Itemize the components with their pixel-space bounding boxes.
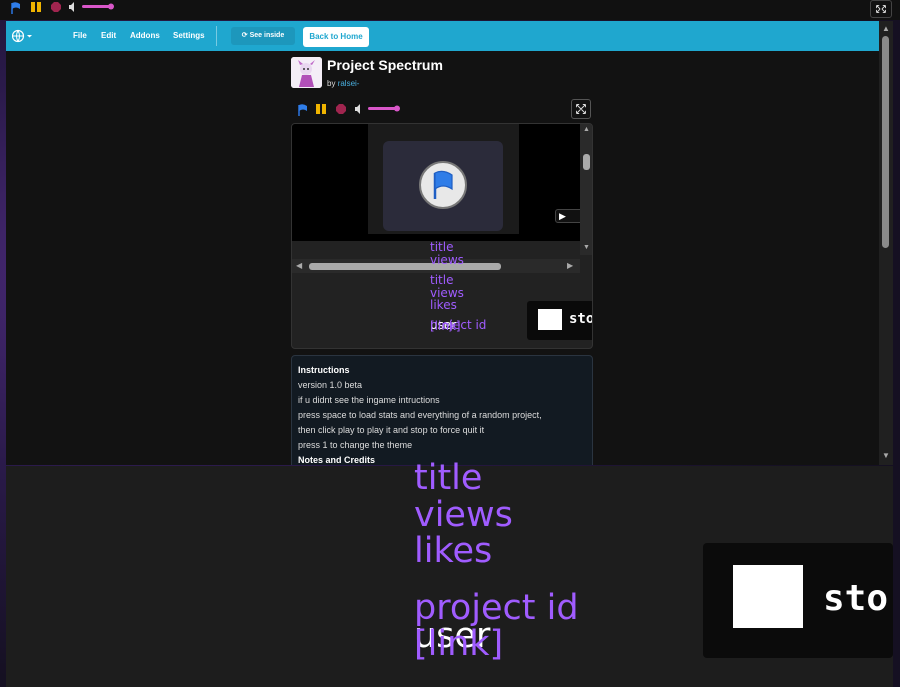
green-flag-icon[interactable] <box>9 1 23 15</box>
player-controls <box>291 99 593 121</box>
stop-icon[interactable] <box>50 1 62 13</box>
project-byline: by ralsei- <box>327 79 359 88</box>
back-to-home-button[interactable]: Back to Home <box>303 27 369 47</box>
instructions-line: then click play to play it and stop to f… <box>298 425 485 435</box>
see-inside-button[interactable]: ⟳ See inside <box>231 27 295 45</box>
big-stat-likes: likes <box>414 531 493 571</box>
player-horizontal-thumb[interactable] <box>309 263 501 270</box>
start-flag-overlay-icon[interactable] <box>419 161 467 209</box>
author-link[interactable]: ralsei- <box>338 79 360 88</box>
menu-addons[interactable]: Addons <box>130 31 160 40</box>
big-stop-square-icon <box>733 565 803 628</box>
stats-preview: title views likes project id user [link] <box>430 274 486 332</box>
stop-label: sto <box>569 311 593 327</box>
stat-likes: likes <box>430 298 457 312</box>
big-stop-label: sto <box>823 578 889 619</box>
player-pause-icon[interactable] <box>315 103 327 115</box>
stats-preview-top: title views <box>430 241 464 267</box>
page-scroll-thumb[interactable] <box>882 36 889 248</box>
instructions-line: press space to load stats and everything… <box>298 410 542 420</box>
player-vertical-scrollbar[interactable]: ▲ ▼ <box>580 124 592 255</box>
pause-icon[interactable] <box>30 1 42 13</box>
big-stat-title: title <box>414 458 483 498</box>
player-scroll-left-icon[interactable]: ◀ <box>296 261 302 270</box>
big-stat-link[interactable]: [link] <box>414 626 503 663</box>
instructions-line: press 1 to change the theme <box>298 440 413 450</box>
theme-moon-icon[interactable] <box>46 30 58 42</box>
stop-button-preview[interactable]: sto <box>527 301 593 340</box>
big-stop-button[interactable]: sto <box>703 543 893 658</box>
menu-file[interactable]: File <box>73 31 87 40</box>
project-player[interactable]: ▶ ▲ ▼ ◀ ▶ title views title views likes … <box>291 123 593 349</box>
see-inside-icon: ⟳ <box>241 32 248 39</box>
top-player-controls <box>0 0 900 20</box>
menu-divider <box>216 26 217 46</box>
player-stop-icon[interactable] <box>335 103 347 115</box>
instructions-line: version 1.0 beta <box>298 380 363 390</box>
player-scroll-down-icon[interactable]: ▼ <box>583 244 590 251</box>
instructions-line: if u didnt see the ingame intructions <box>298 395 440 405</box>
big-stats-text: title views likes project id user [link] <box>414 458 579 662</box>
byline-prefix: by <box>327 79 336 88</box>
player-scroll-up-icon[interactable]: ▲ <box>583 126 590 133</box>
stat-title: title <box>430 273 454 287</box>
player-volume-slider[interactable] <box>354 103 402 115</box>
player-vertical-thumb[interactable] <box>583 154 590 170</box>
scroll-down-icon[interactable]: ▼ <box>882 451 890 460</box>
stop-square-icon <box>538 309 562 330</box>
nested-play-button: ▶ <box>555 209 583 223</box>
scroll-up-icon[interactable]: ▲ <box>882 24 890 33</box>
menu-bar: File Edit Addons Settings ⟳ See inside B… <box>6 21 879 51</box>
stat-views: views <box>430 253 464 267</box>
instructions-panel: Instructions version 1.0 beta if u didnt… <box>291 355 593 465</box>
player-scroll-right-icon[interactable]: ▶ <box>567 261 573 270</box>
stage-canvas[interactable]: ▶ <box>292 124 583 241</box>
menu-settings[interactable]: Settings <box>173 31 205 40</box>
page-scrollbar[interactable]: ▲ ▼ <box>879 21 893 465</box>
author-avatar[interactable] <box>291 57 322 88</box>
fullscreen-icon[interactable] <box>870 0 892 18</box>
instructions-heading: Instructions <box>298 365 350 375</box>
menu-edit[interactable]: Edit <box>101 31 116 40</box>
see-inside-label: See inside <box>249 32 285 39</box>
player-green-flag-icon[interactable] <box>296 103 310 117</box>
volume-icon <box>69 2 74 12</box>
embedded-site: File Edit Addons Settings ⟳ See inside B… <box>6 21 893 465</box>
project-title: Project Spectrum <box>327 57 443 73</box>
player-fullscreen-icon[interactable] <box>571 99 591 119</box>
volume-slider[interactable] <box>68 1 116 13</box>
big-stat-views: views <box>414 494 513 535</box>
stats-overlay: title views likes project id user [link]… <box>6 460 893 687</box>
language-globe-icon[interactable] <box>12 29 34 43</box>
